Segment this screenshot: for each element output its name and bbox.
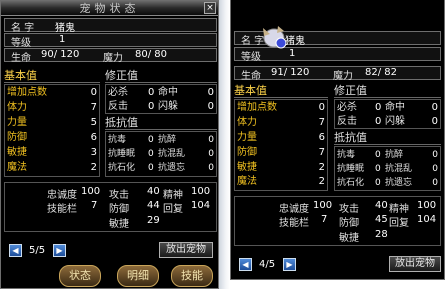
recover-label: 回复 (389, 218, 409, 229)
defense-label: 防御 (109, 204, 129, 215)
window-gap (219, 0, 230, 289)
tab-skills[interactable]: 技能 (171, 265, 213, 287)
resist-stats-grid: 抗毒 0 抗醉 0 抗睡眠 0 抗混乱 0 抗石化 0 抗遗忘 0 (105, 131, 217, 177)
spirit-label: 精神 (163, 190, 183, 201)
mp-value: 82/ 82 (365, 67, 397, 78)
list-item: 抗睡眠 0 抗混乱 0 (108, 149, 214, 159)
defense-label: 防御 (339, 218, 359, 229)
speed-label: 敏捷 (109, 219, 129, 230)
pet-name: 猪鬼 (55, 23, 75, 34)
skill-slot-label: 技能栏 (279, 218, 309, 229)
list-item: 体力 7 (237, 117, 325, 128)
resist-header: 抵抗值 (334, 131, 441, 145)
skill-slot-label: 技能栏 (47, 204, 77, 215)
basic-stats-list: 增加点数 0 体力 7 力量 5 防御 6 敏捷 3 魔法 2 (4, 84, 100, 177)
loyalty-value: 100 (313, 200, 333, 211)
prev-page-icon[interactable]: ◀ (239, 258, 252, 271)
list-item: 抗毒 0 抗醉 0 (337, 150, 438, 160)
page-indicator: 5/5 (29, 245, 46, 256)
attack-value: 40 (147, 186, 160, 197)
mp-label: 魔力 (103, 53, 123, 64)
recover-label: 回复 (163, 204, 183, 215)
mp-label: 魔力 (333, 71, 353, 82)
fix-header: 修正值 (105, 69, 217, 83)
list-item: 防御 7 (237, 147, 325, 158)
list-item: 抗石化 0 抗遗忘 0 (108, 163, 214, 173)
level-label: 等级 (11, 38, 31, 49)
tab-detail[interactable]: 明细 (117, 265, 159, 287)
basic-header: 基本值 (234, 84, 328, 98)
combat-stats: 忠诚度 100 技能栏 7 攻击 40 精神 100 防御 44 回复 104 … (4, 182, 217, 232)
list-item: 增加点数 0 (7, 87, 97, 98)
skill-slot-value: 7 (91, 200, 98, 211)
spirit-label: 精神 (389, 204, 409, 215)
hp-mp-row: 生命 91/ 120 魔力 82/ 82 (234, 66, 441, 82)
fix-header: 修正值 (334, 84, 441, 98)
name-label: 名 字 (11, 23, 35, 34)
list-item: 反击 0 闪躲 0 (337, 116, 438, 127)
prev-page-icon[interactable]: ◀ (9, 244, 22, 257)
list-item: 力量 6 (237, 132, 325, 143)
defense-value: 44 (147, 200, 160, 211)
fix-stats-grid: 必杀 0 命中 0 反击 0 闪躲 0 (105, 84, 217, 114)
window-gap-bottom (230, 280, 445, 289)
hp-value: 91/ 120 (271, 67, 310, 78)
level-value: 1 (59, 34, 66, 45)
release-pet-button[interactable]: 放出宠物 (159, 242, 213, 258)
fix-stats-grid: 必杀 0 命中 0 反击 0 闪躲 0 (334, 99, 441, 129)
hp-value: 90/ 120 (41, 49, 80, 60)
list-item: 必杀 0 命中 0 (337, 102, 438, 113)
defense-value: 45 (375, 214, 388, 225)
list-item: 反击 0 闪躲 0 (108, 101, 214, 112)
release-pet-button[interactable]: 放出宠物 (389, 256, 441, 272)
list-item: 防御 6 (7, 132, 97, 143)
list-item: 力量 5 (7, 117, 97, 128)
speed-value: 28 (375, 229, 388, 240)
mp-value: 80/ 80 (135, 49, 167, 60)
speed-value: 29 (147, 215, 160, 226)
hp-mp-row: 生命 90/ 120 魔力 80/ 80 (4, 48, 217, 64)
pet-avatar (263, 26, 287, 49)
recover-value: 104 (417, 214, 437, 225)
resist-header: 抵抗值 (105, 116, 217, 130)
hp-label: 生命 (11, 53, 31, 64)
list-item: 魔法 2 (7, 162, 97, 173)
list-item: 体力 7 (7, 102, 97, 113)
loyalty-value: 100 (81, 186, 101, 197)
attack-label: 攻击 (339, 204, 359, 215)
window-title: 宠物状态 (1, 1, 218, 16)
resist-stats-grid: 抗毒 0 抗醉 0 抗睡眠 0 抗混乱 0 抗石化 0 抗遗忘 0 (334, 146, 441, 191)
basic-header: 基本值 (4, 69, 100, 83)
list-item: 抗石化 0 抗遗忘 0 (337, 178, 438, 188)
recover-value: 104 (191, 200, 211, 211)
loyalty-label: 忠诚度 (47, 190, 77, 201)
next-page-icon[interactable]: ▶ (53, 244, 66, 257)
hp-label: 生命 (241, 71, 261, 82)
spirit-value: 100 (191, 186, 211, 197)
pet-status-window-left: 宠物状态 × 名 字 猪鬼 等级 1 生命 90/ 120 魔力 80/ 80 … (0, 0, 219, 289)
attack-label: 攻击 (109, 190, 129, 201)
basic-stats-list: 增加点数 0 体力 7 力量 6 防御 7 敏捷 2 魔法 2 (234, 99, 328, 191)
list-item: 抗睡眠 0 抗混乱 0 (337, 164, 438, 174)
skill-slot-value: 7 (321, 214, 328, 225)
list-item: 敏捷 3 (7, 147, 97, 158)
combat-stats: 忠诚度 100 技能栏 7 攻击 40 精神 100 防御 45 回复 104 … (234, 196, 441, 246)
list-item: 增加点数 0 (237, 102, 325, 113)
list-item: 必杀 0 命中 0 (108, 87, 214, 98)
spirit-value: 100 (417, 200, 437, 211)
attack-value: 40 (375, 200, 388, 211)
level-row: 等级 1 (4, 33, 217, 49)
name-row: 名 字 猪鬼 (4, 18, 217, 34)
speed-label: 敏捷 (339, 233, 359, 244)
close-icon[interactable]: × (204, 2, 216, 14)
page-indicator: 4/5 (259, 259, 276, 270)
list-item: 魔法 2 (237, 176, 325, 187)
next-page-icon[interactable]: ▶ (283, 258, 296, 271)
loyalty-label: 忠诚度 (279, 204, 309, 215)
tab-status[interactable]: 状态 (59, 265, 101, 287)
list-item: 敏捷 2 (237, 162, 325, 173)
list-item: 抗毒 0 抗醉 0 (108, 135, 214, 145)
